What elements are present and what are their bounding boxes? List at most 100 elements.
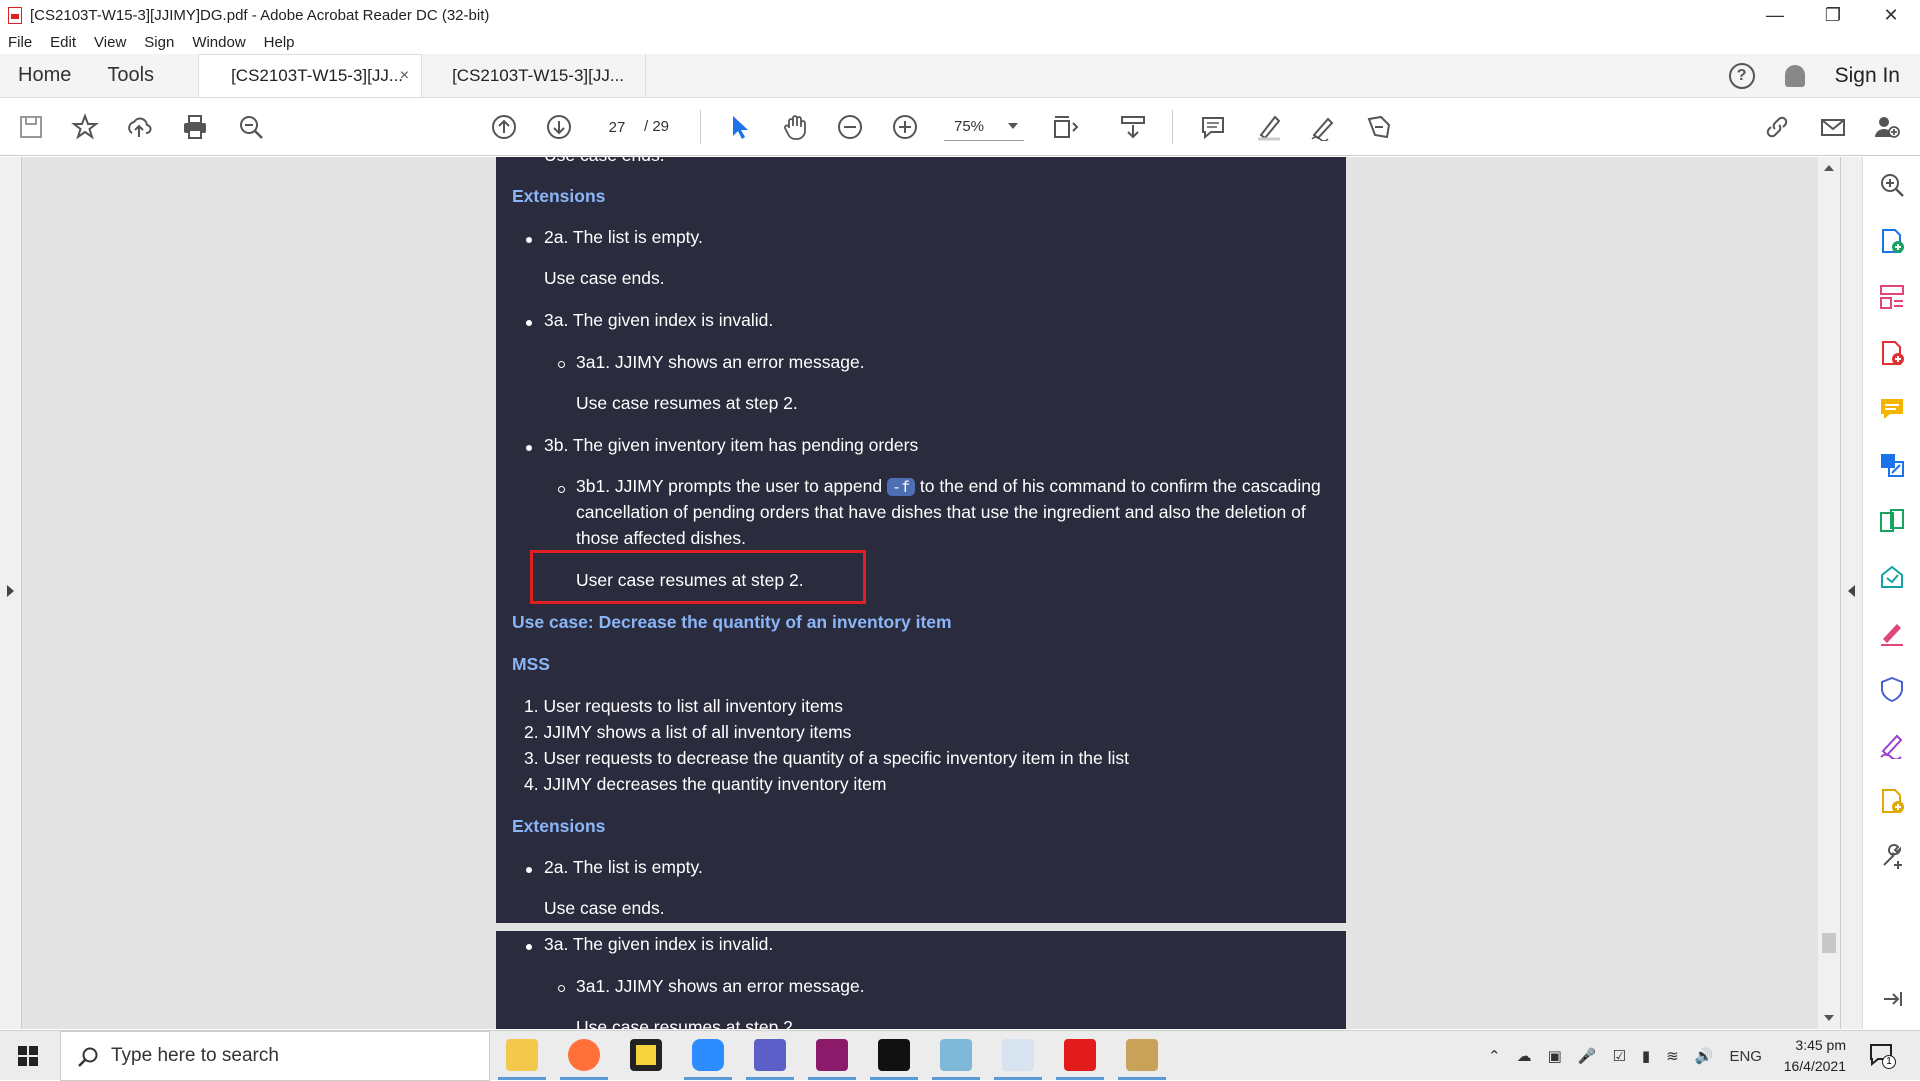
protect-shield-icon[interactable] <box>1878 675 1906 703</box>
tab-bar-right: ? Sign In <box>1728 54 1900 98</box>
tab-document-2[interactable]: [CS2103T-W15-3][JJ... <box>422 54 647 97</box>
right-panel-toggle[interactable] <box>1840 157 1862 1029</box>
select-cursor-icon[interactable] <box>724 112 754 142</box>
page-display-icon[interactable] <box>1050 112 1080 142</box>
battery-icon[interactable]: ▮ <box>1642 1047 1650 1065</box>
more-tools-doc-icon[interactable] <box>1878 787 1906 815</box>
menu-window[interactable]: Window <box>192 34 245 51</box>
title-bar: [CS2103T-W15-3][JJIMY]DG.pdf - Adobe Acr… <box>0 0 1920 30</box>
chevron-up-icon[interactable]: ⌃ <box>1488 1047 1501 1065</box>
left-panel-toggle[interactable] <box>0 157 22 1029</box>
mss-item: 3. User requests to decrease the quantit… <box>524 748 1130 768</box>
sign-in-button[interactable]: Sign In <box>1835 64 1900 88</box>
zoom-search-icon[interactable] <box>1878 171 1906 199</box>
zoom-app-icon[interactable] <box>692 1039 724 1071</box>
comment-icon[interactable] <box>1198 112 1228 142</box>
sub-list-item: 3b1. JJIMY prompts the user to append -f… <box>576 476 1321 497</box>
share-link-icon[interactable] <box>1762 112 1792 142</box>
security-icon[interactable]: ☑ <box>1612 1047 1625 1065</box>
system-tray: ⌃ ☁ ▣ 🎤 ☑ ▮ ≋ 🔊 ENG <box>1488 1031 1762 1081</box>
menu-sign[interactable]: Sign <box>144 34 174 51</box>
tab-tools[interactable]: Tools <box>89 54 172 97</box>
menu-help[interactable]: Help <box>264 34 295 51</box>
restore-button[interactable]: ❐ <box>1804 0 1862 30</box>
email-icon[interactable] <box>1818 112 1848 142</box>
menu-view[interactable]: View <box>94 34 126 51</box>
clock[interactable]: 3:45 pm 16/4/2021 <box>1776 1035 1846 1077</box>
zoom-out-icon[interactable] <box>835 112 865 142</box>
scroll-down-icon[interactable] <box>1824 1015 1834 1021</box>
winrar-icon[interactable] <box>816 1039 848 1071</box>
vertical-scrollbar[interactable] <box>1818 157 1840 1029</box>
zoom-in-icon[interactable] <box>890 112 920 142</box>
sub-list-item: 3a1. JJIMY shows an error message. <box>576 976 865 996</box>
fill-sign-icon[interactable] <box>1364 112 1394 142</box>
save-icon[interactable] <box>16 112 46 142</box>
scrollbar-thumb[interactable] <box>1822 933 1836 953</box>
collapse-pane-icon[interactable] <box>1878 985 1906 1013</box>
create-pdf-icon[interactable] <box>1878 339 1906 367</box>
firefox-icon[interactable] <box>568 1039 600 1071</box>
help-icon[interactable]: ? <box>1728 63 1755 89</box>
export-pdf-icon[interactable] <box>1878 227 1906 255</box>
scan-ocr-icon[interactable] <box>1878 507 1906 535</box>
snipping-tool-icon[interactable] <box>940 1039 972 1071</box>
scroll-mode-icon[interactable] <box>1118 112 1148 142</box>
windows-start-icon[interactable] <box>18 1046 38 1066</box>
sticky-notes-icon[interactable] <box>630 1039 662 1071</box>
volume-icon[interactable]: 🔊 <box>1695 1047 1714 1065</box>
zoom-select[interactable]: 75% <box>944 113 1024 141</box>
menu-edit[interactable]: Edit <box>50 34 76 51</box>
customize-tools-icon[interactable] <box>1878 843 1906 871</box>
edit-pdf-icon[interactable] <box>1878 451 1906 479</box>
tab-home[interactable]: Home <box>0 54 89 97</box>
scroll-up-icon[interactable] <box>1824 165 1834 171</box>
highlight-pen-icon[interactable] <box>1254 112 1284 142</box>
list-item: 3a. The given index is invalid. <box>544 310 774 330</box>
pdf-page: 3a. The given index is invalid. 3a1. JJI… <box>496 931 1346 1029</box>
request-signature-icon[interactable] <box>1878 731 1906 759</box>
organize-pages-icon[interactable] <box>1878 283 1906 311</box>
next-page-icon[interactable] <box>544 112 574 142</box>
window-controls: — ❐ ✕ <box>1746 0 1920 30</box>
upload-cloud-icon[interactable] <box>124 112 154 142</box>
taskbar-search-box[interactable]: Type here to search <box>60 1031 490 1081</box>
chevron-down-icon <box>1008 123 1018 129</box>
contacts-app-icon[interactable] <box>1126 1039 1158 1071</box>
fill-sign-pane-icon[interactable] <box>1878 619 1906 647</box>
clock-time: 3:45 pm <box>1795 1037 1846 1053</box>
add-user-icon[interactable] <box>1872 112 1902 142</box>
paint-icon[interactable] <box>1002 1039 1034 1071</box>
hand-tool-icon[interactable] <box>780 112 810 142</box>
meet-now-icon[interactable]: ▣ <box>1548 1047 1562 1065</box>
acrobat-reader-icon[interactable] <box>1064 1039 1096 1071</box>
send-review-icon[interactable] <box>1878 563 1906 591</box>
file-explorer-icon[interactable] <box>506 1039 538 1071</box>
teams-icon[interactable] <box>754 1039 786 1071</box>
notification-count: 1 <box>1882 1055 1896 1069</box>
star-bookmark-icon[interactable] <box>70 112 100 142</box>
microphone-icon[interactable]: 🎤 <box>1578 1047 1597 1065</box>
notification-center-icon[interactable]: 1 <box>1868 1041 1896 1069</box>
comment-pane-icon[interactable] <box>1878 395 1906 423</box>
print-icon[interactable] <box>180 112 210 142</box>
mss-item: 1. User requests to list all inventory i… <box>524 696 844 716</box>
search-zoom-icon[interactable] <box>236 112 266 142</box>
minimize-button[interactable]: — <box>1746 0 1804 30</box>
language-indicator[interactable]: ENG <box>1729 1048 1762 1065</box>
bullet <box>526 237 532 243</box>
onedrive-cloud-icon[interactable]: ☁ <box>1517 1047 1532 1065</box>
wifi-icon[interactable]: ≋ <box>1666 1047 1679 1065</box>
page-number-input[interactable]: 27 <box>596 113 638 141</box>
list-item: 2a. The list is empty. <box>544 857 703 877</box>
notification-bell-icon[interactable] <box>1784 65 1805 87</box>
close-tab-icon[interactable]: × <box>400 67 409 85</box>
terminal-icon[interactable] <box>878 1039 910 1071</box>
expand-right-icon <box>7 585 14 597</box>
tab-document-1-label: [CS2103T-W15-3][JJ... <box>231 66 404 85</box>
sign-pen-icon[interactable] <box>1308 112 1338 142</box>
tab-document-1[interactable]: [CS2103T-W15-3][JJ... × <box>198 54 423 97</box>
close-window-button[interactable]: ✕ <box>1862 0 1920 30</box>
previous-page-icon[interactable] <box>489 112 519 142</box>
menu-file[interactable]: File <box>8 34 32 51</box>
